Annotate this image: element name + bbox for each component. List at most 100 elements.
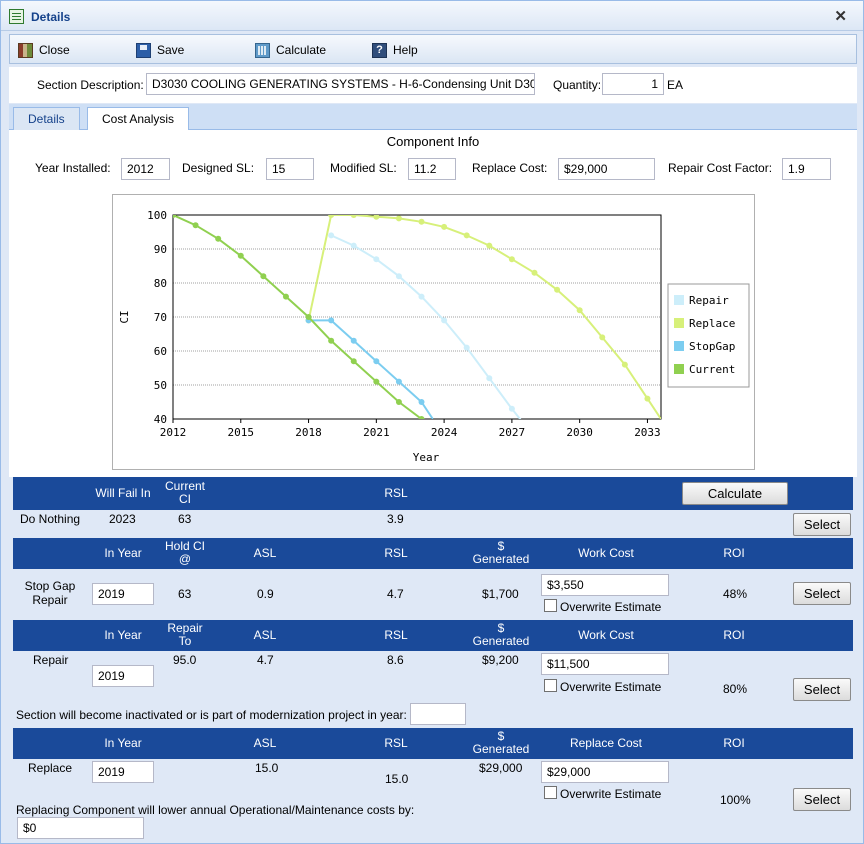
data-point <box>463 232 470 239</box>
legend-swatch <box>674 318 684 328</box>
modified-sl-field[interactable]: 11.2 <box>408 158 456 180</box>
quantity-unit: EA <box>667 78 684 92</box>
data-point <box>441 223 448 230</box>
legend-label: Repair <box>689 294 729 307</box>
data-point <box>395 378 402 385</box>
replace-in-year-field[interactable]: 2019 <box>92 761 154 783</box>
designed-sl-label: Designed SL: <box>182 161 255 175</box>
year-installed-field[interactable]: 2012 <box>121 158 170 180</box>
component-info-heading: Component Info <box>386 134 480 149</box>
section-description-row: Section Description: D3030 COOLING GENER… <box>9 67 857 103</box>
header-current-ci: Current CI <box>164 479 205 506</box>
data-point <box>282 293 289 300</box>
x-tick-label: 2012 <box>160 426 187 439</box>
inactivated-row: Section will become inactivated or is pa… <box>13 703 853 727</box>
stop-gap-generated-value: $1,700 <box>482 587 519 601</box>
stop-gap-select-button[interactable]: Select <box>793 582 851 605</box>
repair-overwrite-checkbox[interactable] <box>544 679 557 692</box>
y-tick-label: 70 <box>154 311 167 324</box>
section-description-label: Section Description: <box>37 78 144 92</box>
tab-details[interactable]: Details <box>13 107 80 130</box>
data-point <box>373 378 380 385</box>
legend-label: StopGap <box>689 340 735 353</box>
header-generated: $ Generated <box>472 539 530 566</box>
section-description-field[interactable]: D3030 COOLING GENERATING SYSTEMS - H-6-C… <box>146 73 535 95</box>
data-point <box>237 252 244 259</box>
data-point <box>350 242 357 249</box>
data-point <box>373 358 380 365</box>
window-close-icon[interactable]: ✕ <box>834 7 847 25</box>
close-button[interactable]: Close <box>18 42 70 58</box>
header-repair-to: Repair To <box>167 621 203 648</box>
calculate-toolbar-button[interactable]: Calculate <box>255 42 326 58</box>
data-point <box>418 218 425 225</box>
data-point <box>395 399 402 405</box>
calculate-button[interactable]: Calculate <box>682 482 788 505</box>
repair-select-button[interactable]: Select <box>793 678 851 701</box>
quantity-label: Quantity: <box>553 78 602 92</box>
stop-gap-work-cost-field[interactable]: $3,550 <box>541 574 669 596</box>
header-in-year: In Year <box>104 546 142 560</box>
data-point <box>215 235 222 242</box>
header-in-year: In Year <box>104 736 142 750</box>
legend-swatch <box>674 364 684 374</box>
header-rsl: RSL <box>384 486 408 500</box>
repair-in-year-field[interactable]: 2019 <box>92 665 154 687</box>
replace-overwrite-label: Overwrite Estimate <box>560 787 662 801</box>
repair-rsl-value: 8.6 <box>387 653 404 667</box>
stop-gap-label: Stop Gap Repair <box>24 579 76 607</box>
legend-swatch <box>674 295 684 305</box>
stop-gap-overwrite-checkbox[interactable] <box>544 599 557 612</box>
header-rsl: RSL <box>384 736 408 750</box>
do-nothing-select-button[interactable]: Select <box>793 513 851 536</box>
y-axis-label: CI <box>118 310 131 323</box>
data-point <box>486 375 493 382</box>
save-button[interactable]: Save <box>136 42 184 58</box>
header-replace-cost: Replace Cost <box>569 736 643 750</box>
y-tick-label: 40 <box>154 413 167 426</box>
inactivated-year-field[interactable] <box>410 703 466 725</box>
help-button[interactable]: ? Help <box>372 42 418 58</box>
om-savings-field[interactable]: $0 <box>17 817 144 839</box>
do-nothing-rsl-value: 3.9 <box>387 512 404 526</box>
designed-sl-field[interactable]: 15 <box>266 158 314 180</box>
header-asl: ASL <box>253 736 277 750</box>
x-tick-label: 2033 <box>634 426 661 439</box>
legend-swatch <box>674 341 684 351</box>
legend-label: Replace <box>689 317 735 330</box>
repair-cost-factor-label: Repair Cost Factor: <box>668 161 773 175</box>
header-roi: ROI <box>723 546 745 560</box>
window-title: Details <box>31 10 71 24</box>
header-roi: ROI <box>723 736 745 750</box>
data-point <box>418 399 425 405</box>
stop-gap-rsl-value: 4.7 <box>387 587 404 601</box>
data-point <box>486 242 493 249</box>
data-point <box>508 405 515 412</box>
current-ci-value: 63 <box>178 512 192 526</box>
details-form-icon <box>9 9 24 24</box>
details-window: Details ✕ Close Save Calculate ? Help Se… <box>0 0 864 844</box>
tab-cost-analysis[interactable]: Cost Analysis <box>87 107 190 131</box>
data-point <box>395 273 402 280</box>
repair-cost-factor-field[interactable]: 1.9 <box>782 158 831 180</box>
replace-overwrite-checkbox[interactable] <box>544 786 557 799</box>
data-point <box>644 395 651 402</box>
x-tick-label: 2021 <box>363 426 390 439</box>
repair-work-cost-field[interactable]: $11,500 <box>541 653 669 675</box>
data-point <box>599 334 606 341</box>
quantity-field[interactable]: 1 <box>602 73 664 95</box>
data-point <box>173 215 176 218</box>
stop-gap-in-year-field[interactable]: 2019 <box>92 583 154 605</box>
series-replace <box>305 215 661 419</box>
calculate-label: Calculate <box>276 43 327 57</box>
replace-cost-grid-field[interactable]: $29,000 <box>541 761 669 783</box>
repair-overwrite-label: Overwrite Estimate <box>560 680 662 694</box>
data-point <box>350 337 357 344</box>
stop-gap-row: Stop Gap Repair 2019 63 0.9 4.7 $1,700 $… <box>13 569 853 619</box>
stop-gap-header: In Year Hold CI @ ASL RSL $ Generated Wo… <box>13 538 853 569</box>
replace-cost-field[interactable]: $29,000 <box>558 158 655 180</box>
data-point <box>531 269 538 276</box>
data-point <box>328 232 335 239</box>
header-roi: ROI <box>723 628 745 642</box>
x-axis-label: Year <box>413 451 440 464</box>
